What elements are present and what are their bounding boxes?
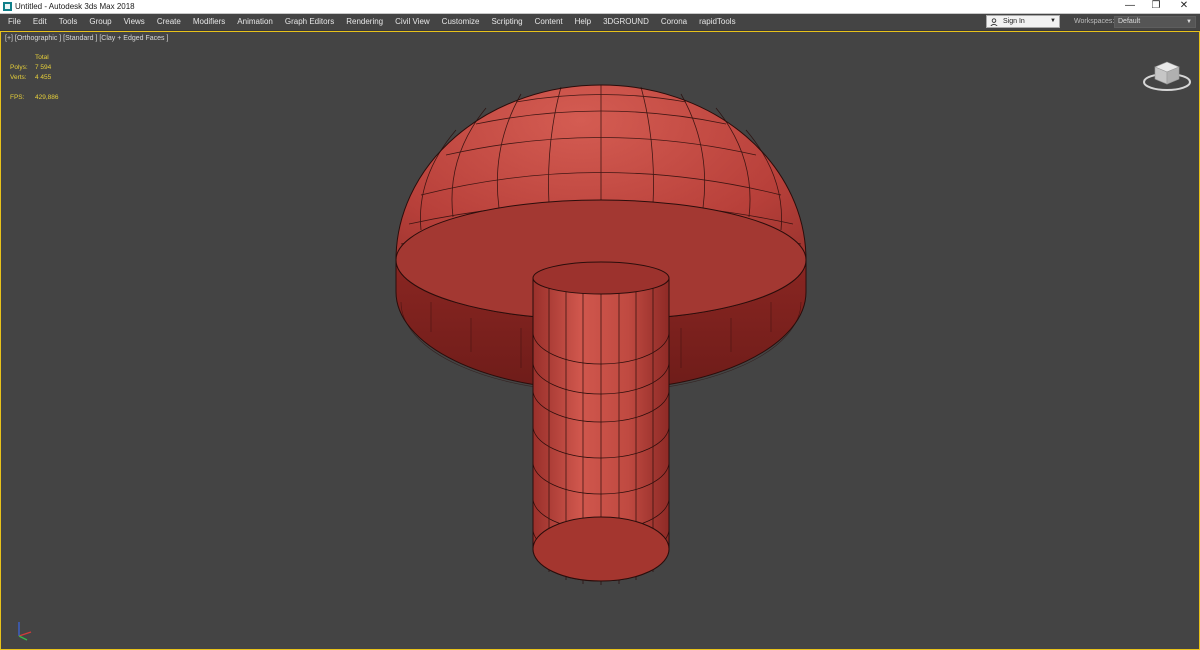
menu-item-help[interactable]: Help — [569, 14, 597, 30]
menu-item-graph-editors[interactable]: Graph Editors — [279, 14, 340, 30]
menu-item-customize[interactable]: Customize — [436, 14, 486, 30]
sign-in-label: Sign In — [1003, 18, 1025, 25]
menu-item-group[interactable]: Group — [83, 14, 117, 30]
3ds-max-icon — [3, 2, 12, 11]
minimize-icon[interactable]: — — [1116, 0, 1144, 13]
menu-item-edit[interactable]: Edit — [27, 14, 53, 30]
chevron-down-icon: ▼ — [1186, 19, 1192, 25]
axis-tripod-icon — [18, 622, 32, 641]
menu-item-animation[interactable]: Animation — [231, 14, 279, 30]
workspaces-value: Default — [1118, 18, 1141, 25]
menu-item-content[interactable]: Content — [529, 14, 569, 30]
sign-in-dropdown[interactable]: Sign In ▼ — [986, 15, 1060, 28]
workspaces-label: Workspaces: — [1074, 18, 1115, 25]
restore-icon[interactable]: ❐ — [1142, 0, 1170, 13]
stats-key: Polys: — [10, 64, 28, 71]
workspaces-select[interactable]: Default ▼ — [1114, 16, 1196, 28]
menu-item-rendering[interactable]: Rendering — [340, 14, 389, 30]
menu-bar: File Edit Tools Group Views Create Modifiers An… — [0, 14, 1200, 31]
close-icon[interactable]: ✕ — [1170, 0, 1198, 13]
window-titlebar: Untitled - Autodesk 3ds Max 2018 — ❐ ✕ — [0, 0, 1200, 14]
menu-list: File Edit Tools Group Views Create Modifiers An… — [0, 14, 742, 30]
menu-item-file[interactable]: File — [0, 14, 27, 30]
stats-header: Total — [35, 54, 49, 61]
stats-key: Verts: — [10, 74, 27, 81]
menu-item-create[interactable]: Create — [151, 14, 187, 30]
menu-item-corona[interactable]: Corona — [655, 14, 693, 30]
perspective-viewport[interactable]: [+] [Orthographic ] [Standard ] [Clay + … — [0, 31, 1200, 650]
user-icon — [990, 18, 998, 26]
menu-item-views[interactable]: Views — [118, 14, 151, 30]
window-title: Untitled - Autodesk 3ds Max 2018 — [15, 2, 135, 11]
mushroom-model[interactable] — [1, 32, 1199, 649]
menu-item-tools[interactable]: Tools — [53, 14, 84, 30]
stats-value: 7 594 — [35, 64, 52, 71]
stats-value: 429,886 — [35, 94, 59, 101]
menu-item-modifiers[interactable]: Modifiers — [187, 14, 231, 30]
chevron-down-icon: ▼ — [1050, 18, 1056, 24]
menu-item-scripting[interactable]: Scripting — [485, 14, 528, 30]
viewcube-icon[interactable] — [1141, 58, 1193, 92]
menu-item-civil-view[interactable]: Civil View — [389, 14, 436, 30]
viewport-label[interactable]: [+] [Orthographic ] [Standard ] [Clay + … — [5, 34, 168, 43]
stats-value: 4 455 — [35, 74, 52, 81]
menu-item-3dground[interactable]: 3DGROUND — [597, 14, 655, 30]
stats-key: FPS: — [10, 94, 25, 101]
menu-item-rapidtools[interactable]: rapidTools — [693, 14, 741, 30]
